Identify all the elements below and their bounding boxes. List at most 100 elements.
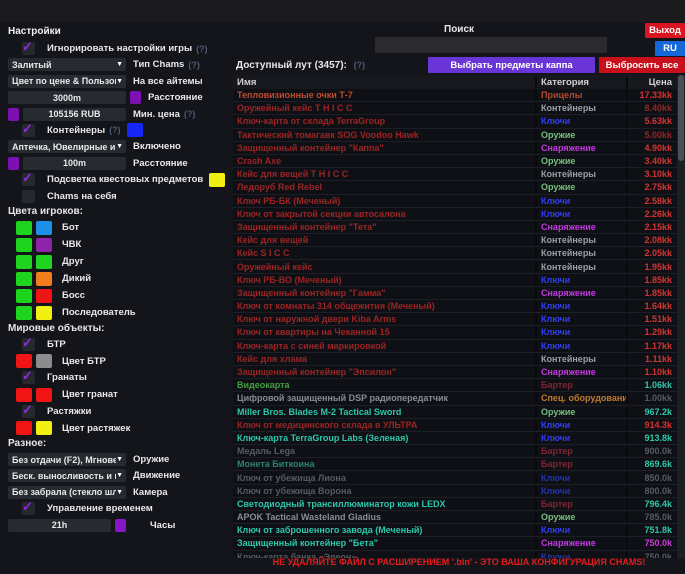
column-header-category[interactable]: Категория: [535, 77, 626, 88]
table-row[interactable]: Ключ от наружной двери Kiba ArmsКлючи1.5…: [233, 313, 677, 326]
world-object-checkbox[interactable]: ✓: [22, 338, 35, 351]
column-header-name[interactable]: Имя: [233, 77, 535, 88]
item-category-cell: Снаряжение: [535, 538, 626, 548]
table-row[interactable]: Защищенный контейнер "Тета"Снаряжение2.1…: [233, 221, 677, 234]
table-row[interactable]: Ключ от комнаты 314 общежития (Меченый)К…: [233, 300, 677, 313]
player-color-swatch-primary[interactable]: [16, 221, 32, 235]
table-row[interactable]: Кейс S I C CКонтейнеры2.05kk: [233, 247, 677, 260]
containers-distance-input[interactable]: 100m: [23, 157, 126, 170]
all-items-dropdown[interactable]: Цвет по цене & Пользователь ▼: [8, 75, 126, 88]
quest-items-color-swatch[interactable]: [209, 173, 225, 187]
discard-all-button[interactable]: Выбросить все: [599, 57, 685, 73]
table-row[interactable]: Защищенный контейнер "Эпсилон"Снаряжение…: [233, 366, 677, 379]
hours-color-swatch[interactable]: [115, 519, 126, 532]
containers-distance-color-swatch[interactable]: [8, 157, 19, 170]
table-row[interactable]: APOK Tactical Wasteland GladiusОружие785…: [233, 511, 677, 524]
table-row[interactable]: Crash AxeОружие3.40kk: [233, 155, 677, 168]
chams-self-checkbox[interactable]: [22, 190, 35, 203]
quest-items-checkbox[interactable]: ✓: [22, 173, 35, 186]
player-color-swatch-secondary[interactable]: [36, 306, 52, 320]
table-scrollbar[interactable]: [677, 75, 685, 558]
containers-color-swatch[interactable]: [127, 123, 143, 137]
distance-input[interactable]: 3000m: [8, 91, 126, 104]
table-row[interactable]: Ключ-карта с синей маркировкойКлючи1.17k…: [233, 340, 677, 353]
table-row[interactable]: Ключ от убежища ЛионаКлючи850.0k: [233, 471, 677, 484]
table-row[interactable]: Ключ от закрытой секции автосалонаКлючи2…: [233, 208, 677, 221]
table-row[interactable]: Оружейный кейс T H I C CКонтейнеры8.40kk: [233, 102, 677, 115]
world-object-checkbox[interactable]: ✓: [22, 405, 35, 418]
table-row[interactable]: Светодиодный трансиллюминатор кожи LEDXБ…: [233, 498, 677, 511]
table-row[interactable]: Ключ-карта TerraGroup Labs (Зеленая)Ключ…: [233, 432, 677, 445]
world-color-swatch-secondary[interactable]: [36, 354, 52, 368]
world-color-swatch-primary[interactable]: [16, 354, 32, 368]
min-price-input[interactable]: 105156 RUB: [23, 108, 126, 121]
chams-type-dropdown[interactable]: Залитый ▼: [8, 58, 126, 71]
table-row[interactable]: Кейс для вещей T H I C CКонтейнеры3.10kk: [233, 168, 677, 181]
hours-value: 21h: [52, 520, 68, 530]
misc-dropdown[interactable]: Без отдачи (F2), Мгновенное п▼: [8, 453, 126, 466]
time-control-checkbox[interactable]: ✓: [22, 502, 35, 515]
item-name-cell: Светодиодный трансиллюминатор кожи LEDX: [233, 499, 535, 509]
player-color-swatch-primary[interactable]: [16, 238, 32, 252]
table-row[interactable]: Ключ от квартиры на Чеканной 15Ключи1.29…: [233, 326, 677, 339]
distance-color-swatch[interactable]: [130, 91, 141, 104]
table-row[interactable]: Тактический томагавк SOG Voodoo HawkОруж…: [233, 129, 677, 142]
table-row[interactable]: Ключ-карта от склада TerraGroupКлючи5.63…: [233, 115, 677, 128]
table-row[interactable]: Цифровой защищенный DSP радиопередатчикС…: [233, 392, 677, 405]
table-row[interactable]: Miller Bros. Blades M-2 Tactical SwordОр…: [233, 406, 677, 419]
table-row[interactable]: Ключ РБ-ВО (Меченый)Ключи1.85kk: [233, 274, 677, 287]
containers-filter-dropdown[interactable]: Аптечка, Ювелирные и... ▼: [8, 140, 126, 153]
column-header-price[interactable]: Цена: [626, 77, 677, 88]
world-color-swatch-primary[interactable]: [16, 388, 32, 402]
scrollbar-thumb[interactable]: [678, 75, 684, 161]
table-row[interactable]: Защищенный контейнер "Бета"Снаряжение750…: [233, 537, 677, 550]
item-category-cell: Ключи: [535, 301, 626, 311]
table-row[interactable]: Ключ РБ-БК (Меченый)Ключи2.58kk: [233, 195, 677, 208]
table-row[interactable]: Ключ от убежища ВоронаКлючи800.0k: [233, 485, 677, 498]
player-color-swatch-primary[interactable]: [16, 306, 32, 320]
world-object-checkbox-row: ✓Гранаты: [8, 371, 234, 384]
table-row[interactable]: Ключ от заброшенного завода (Меченый)Клю…: [233, 524, 677, 537]
world-object-color-row: Цвет растяжек: [8, 421, 234, 435]
table-row[interactable]: Кейс для хламаКонтейнеры1.11kk: [233, 353, 677, 366]
containers-checkbox[interactable]: ✓: [22, 124, 35, 137]
hours-input[interactable]: 21h: [8, 519, 111, 532]
containers-filter-value: Аптечка, Ювелирные и...: [12, 142, 116, 152]
table-row[interactable]: Медаль LegaБартер900.0k: [233, 445, 677, 458]
player-color-swatch-secondary[interactable]: [36, 255, 52, 269]
misc-dropdown[interactable]: Без забрала (стекло шлема)▼: [8, 486, 126, 499]
table-row[interactable]: Монета БиткоинаБартер869.6k: [233, 458, 677, 471]
item-category-cell: Ключи: [535, 486, 626, 496]
misc-dropdown[interactable]: Беск. выносливость и нет уста▼: [8, 469, 126, 482]
item-price-cell: 3.10kk: [626, 169, 677, 179]
table-row[interactable]: Кейс для вещейКонтейнеры2.08kk: [233, 234, 677, 247]
table-row[interactable]: Защищенный контейнер "Каппа"Снаряжение4.…: [233, 142, 677, 155]
chams-type-label: Тип Chams: [133, 59, 184, 70]
ignore-game-settings-checkbox[interactable]: ✓: [22, 42, 35, 55]
table-row[interactable]: Тепловизионные очки Т-7Прицелы17.33kk: [233, 89, 677, 102]
table-row[interactable]: Оружейный кейсКонтейнеры1.95kk: [233, 260, 677, 273]
item-category-cell: Спец. оборудование: [535, 393, 626, 403]
table-row[interactable]: ВидеокартаБартер1.06kk: [233, 379, 677, 392]
table-row[interactable]: Защищенный контейнер "Гамма"Снаряжение1.…: [233, 287, 677, 300]
world-color-swatch-secondary[interactable]: [36, 388, 52, 402]
exit-button[interactable]: Выход: [645, 23, 685, 38]
player-color-swatch-primary[interactable]: [16, 272, 32, 286]
world-color-swatch-secondary[interactable]: [36, 421, 52, 435]
search-input[interactable]: [375, 37, 607, 53]
world-color-swatch-primary[interactable]: [16, 421, 32, 435]
select-kappa-items-button[interactable]: Выбрать предметы каппа: [428, 57, 595, 73]
player-color-swatch-secondary[interactable]: [36, 221, 52, 235]
player-color-swatch-secondary[interactable]: [36, 289, 52, 303]
item-price-cell: 5.00kk: [626, 130, 677, 140]
player-color-swatch-secondary[interactable]: [36, 238, 52, 252]
player-color-swatch-primary[interactable]: [16, 255, 32, 269]
player-color-swatch-primary[interactable]: [16, 289, 32, 303]
min-price-color-swatch[interactable]: [8, 108, 19, 121]
misc-dropdown-value: Без отдачи (F2), Мгновенное п: [12, 455, 116, 465]
table-row[interactable]: Ледоруб Red RebelОружие2.75kk: [233, 181, 677, 194]
table-row[interactable]: Ключ от медицинского склада в УЛЬТРАКлюч…: [233, 419, 677, 432]
world-object-checkbox[interactable]: ✓: [22, 371, 35, 384]
player-color-swatch-secondary[interactable]: [36, 272, 52, 286]
language-button[interactable]: RU: [655, 41, 685, 56]
